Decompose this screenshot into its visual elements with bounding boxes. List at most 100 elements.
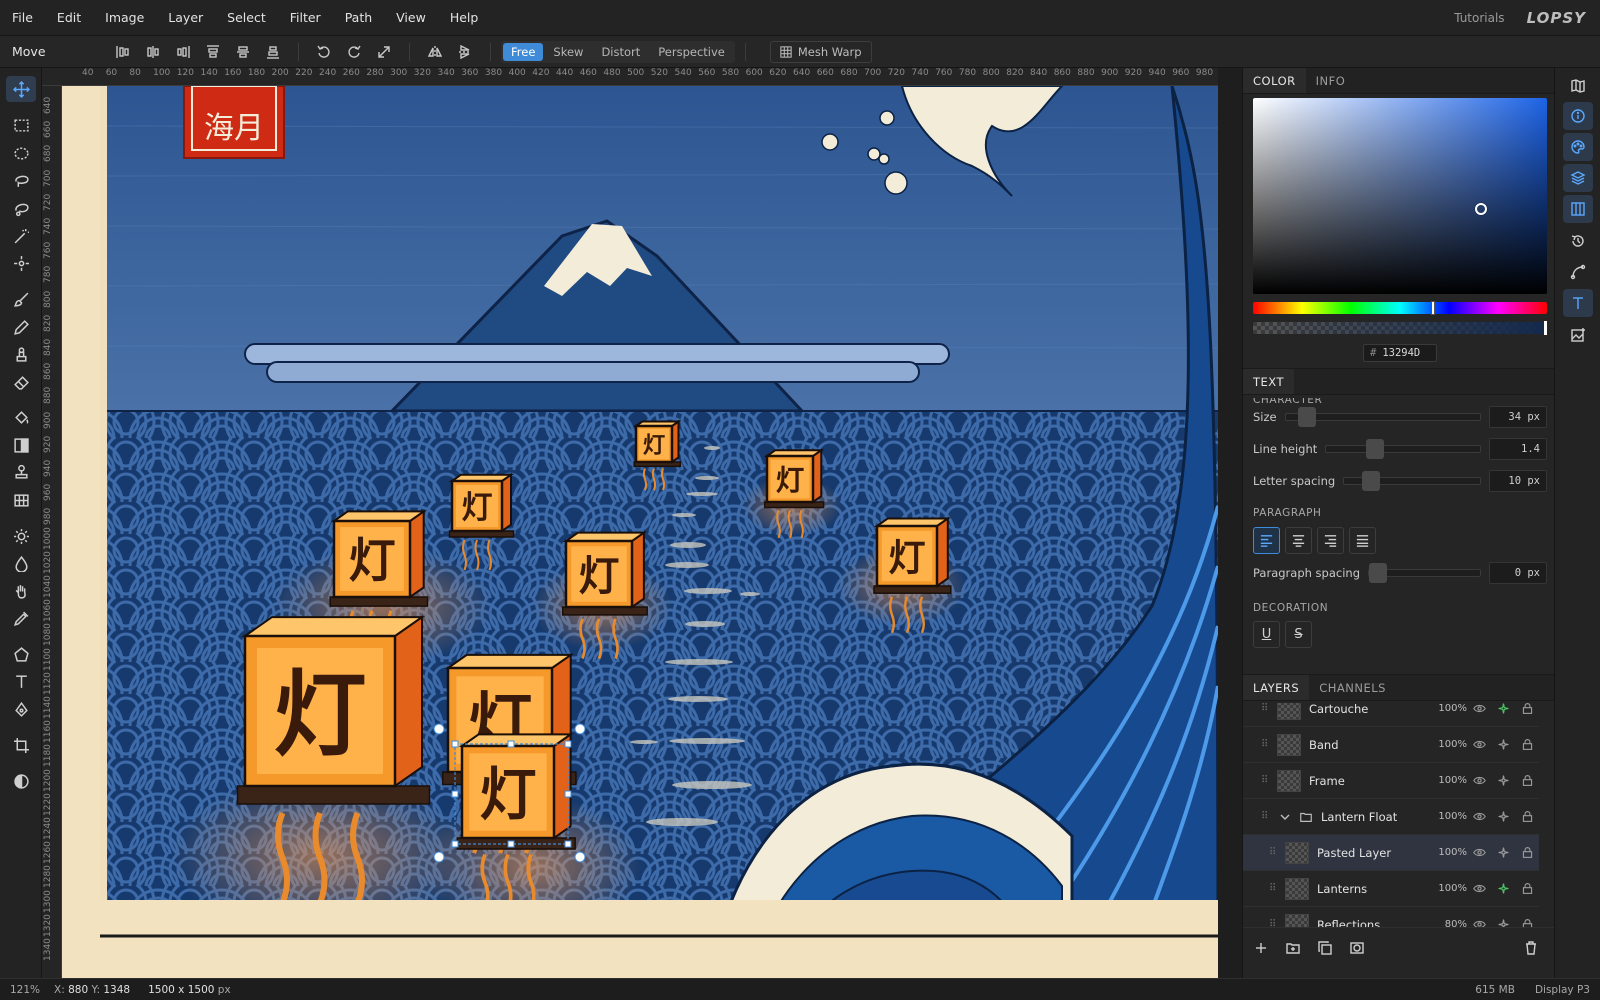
layer-row[interactable]: ⠿ Pasted Layer 100% [1243, 835, 1539, 871]
drag-handle-icon[interactable]: ⠿ [1261, 703, 1271, 714]
visibility-toggle[interactable] [1467, 918, 1491, 927]
move-tool-icon[interactable] [6, 76, 36, 102]
text-panel-icon[interactable] [1563, 289, 1593, 317]
navigator-icon[interactable] [1563, 72, 1593, 100]
rotate-cw-icon[interactable] [342, 40, 366, 64]
drag-handle-icon[interactable]: ⠿ [1261, 739, 1271, 750]
layer-effects-toggle[interactable] [1491, 918, 1515, 927]
align-text-left-icon[interactable] [1253, 527, 1280, 554]
pencil-icon[interactable] [6, 314, 36, 340]
align-right-icon[interactable] [171, 40, 195, 64]
align-center-v-icon[interactable] [231, 40, 255, 64]
size-slider-knob[interactable] [1297, 407, 1316, 427]
lock-toggle[interactable] [1515, 918, 1539, 927]
scale-icon[interactable] [372, 40, 396, 64]
chevron-down-icon[interactable] [1279, 811, 1291, 823]
menu-filter[interactable]: Filter [278, 0, 333, 36]
letter-spacing-input[interactable]: 10 px [1489, 470, 1547, 492]
color-profile[interactable]: Display P3 [1535, 984, 1590, 996]
layer-effects-toggle[interactable] [1491, 738, 1515, 751]
mesh-warp-button[interactable]: Mesh Warp [769, 40, 872, 63]
layer-row[interactable]: ⠿ Reflections 80% [1243, 907, 1539, 927]
eraser-icon[interactable] [6, 369, 36, 395]
lock-toggle[interactable] [1515, 738, 1539, 751]
lock-toggle[interactable] [1515, 882, 1539, 895]
flip-vertical-icon[interactable] [453, 40, 477, 64]
tab-layers[interactable]: LAYERS [1243, 675, 1310, 700]
menu-layer[interactable]: Layer [156, 0, 215, 36]
alpha-slider-knob[interactable] [1544, 321, 1547, 335]
hand-icon[interactable] [6, 578, 36, 604]
paths-icon[interactable] [1563, 258, 1593, 286]
line-height-input[interactable]: 1.4 [1489, 438, 1547, 460]
visibility-toggle[interactable] [1467, 774, 1491, 787]
visibility-toggle[interactable] [1467, 882, 1491, 895]
history-icon[interactable] [1563, 227, 1593, 255]
align-text-justify-icon[interactable] [1349, 527, 1376, 554]
visibility-toggle[interactable] [1467, 738, 1491, 751]
tab-channels[interactable]: CHANNELS [1309, 675, 1396, 700]
dodge-icon[interactable] [6, 523, 36, 549]
menu-help[interactable]: Help [438, 0, 491, 36]
align-top-icon[interactable] [201, 40, 225, 64]
hue-slider-knob[interactable] [1431, 301, 1435, 315]
drag-handle-icon[interactable]: ⠿ [1261, 811, 1271, 822]
magic-wand-icon[interactable] [6, 223, 36, 249]
alpha-slider[interactable] [1253, 321, 1547, 335]
type-tool-icon[interactable] [6, 668, 36, 694]
align-text-center-icon[interactable] [1285, 527, 1312, 554]
layer-effects-toggle[interactable] [1491, 882, 1515, 895]
channels-icon[interactable] [1563, 195, 1593, 223]
hex-input[interactable]: # 13294D [1363, 344, 1437, 362]
new-group-icon[interactable] [1285, 940, 1301, 956]
menu-image[interactable]: Image [93, 0, 156, 36]
layer-effects-toggle[interactable] [1491, 774, 1515, 787]
visibility-toggle[interactable] [1467, 703, 1491, 715]
align-text-right-icon[interactable] [1317, 527, 1344, 554]
lasso-icon[interactable] [6, 167, 36, 193]
mode-perspective-button[interactable]: Perspective [650, 43, 733, 61]
menu-select[interactable]: Select [215, 0, 278, 36]
layer-effects-toggle[interactable] [1491, 703, 1515, 715]
drag-handle-icon[interactable]: ⠿ [1269, 919, 1279, 927]
paragraph-spacing-input[interactable]: 0 px [1489, 562, 1547, 584]
tab-info[interactable]: INFO [1306, 68, 1356, 93]
mode-skew-button[interactable]: Skew [545, 43, 591, 61]
gradient-icon[interactable] [6, 432, 36, 458]
lock-toggle[interactable] [1515, 774, 1539, 787]
quick-select-icon[interactable] [6, 250, 36, 276]
line-height-slider[interactable] [1325, 439, 1481, 459]
mode-distort-button[interactable]: Distort [593, 43, 648, 61]
ellipse-marquee-icon[interactable] [6, 140, 36, 166]
layer-effects-toggle[interactable] [1491, 846, 1515, 859]
size-slider[interactable] [1284, 407, 1481, 427]
visibility-toggle[interactable] [1467, 810, 1491, 823]
strikethrough-button[interactable]: S [1285, 621, 1312, 648]
menu-file[interactable]: File [0, 0, 45, 36]
drag-handle-icon[interactable]: ⠿ [1269, 883, 1279, 894]
size-input[interactable]: 34 px [1489, 406, 1547, 428]
mode-free-button[interactable]: Free [503, 42, 544, 61]
align-center-h-icon[interactable] [141, 40, 165, 64]
visibility-toggle[interactable] [1467, 846, 1491, 859]
hue-slider[interactable] [1253, 301, 1547, 315]
color-picker-cursor[interactable] [1475, 203, 1487, 215]
paint-bucket-icon[interactable] [6, 404, 36, 430]
pattern-icon[interactable] [6, 487, 36, 513]
paragraph-spacing-slider-knob[interactable] [1369, 563, 1388, 583]
flip-horizontal-icon[interactable] [423, 40, 447, 64]
lock-toggle[interactable] [1515, 810, 1539, 823]
menu-path[interactable]: Path [333, 0, 384, 36]
polygon-tool-icon[interactable] [6, 641, 36, 667]
contrast-mode-icon[interactable] [6, 768, 36, 794]
magnetic-lasso-icon[interactable] [6, 195, 36, 221]
menu-edit[interactable]: Edit [45, 0, 93, 36]
layers-icon[interactable] [1563, 164, 1593, 192]
underline-button[interactable]: U [1253, 621, 1280, 648]
duplicate-icon[interactable] [1317, 940, 1333, 956]
drag-handle-icon[interactable]: ⠿ [1261, 775, 1271, 786]
letter-spacing-slider[interactable] [1343, 471, 1481, 491]
tutorials-link[interactable]: Tutorials [1454, 11, 1504, 25]
align-bottom-icon[interactable] [261, 40, 285, 64]
pen-tool-icon[interactable] [6, 696, 36, 722]
